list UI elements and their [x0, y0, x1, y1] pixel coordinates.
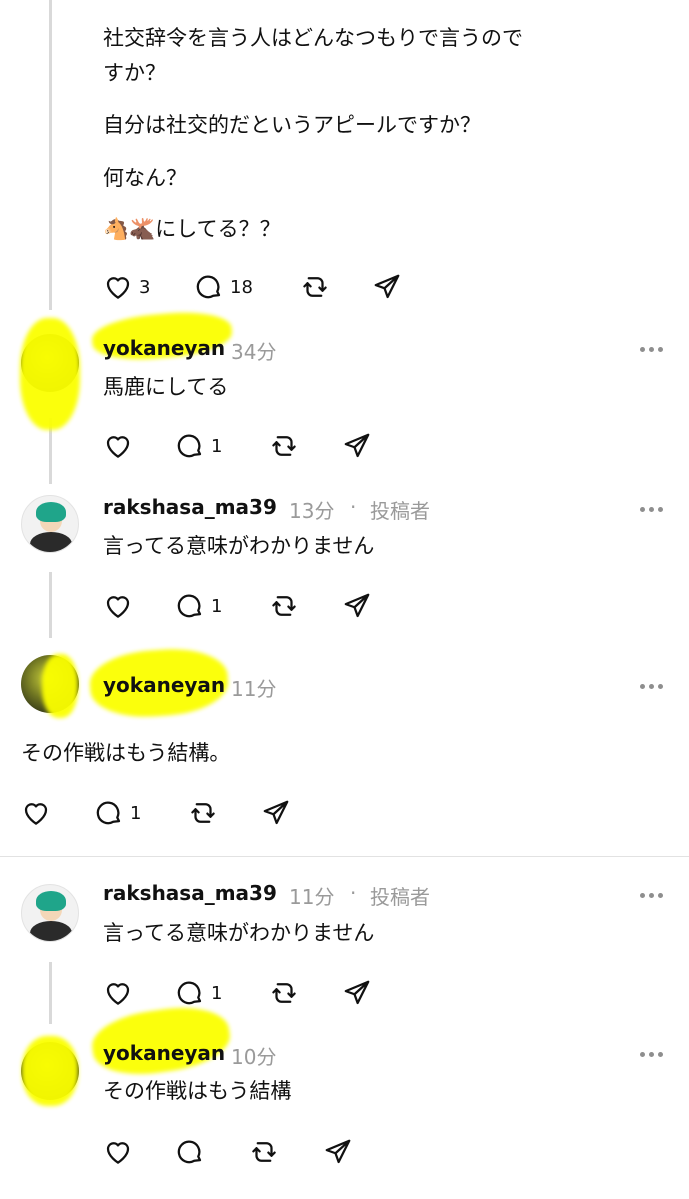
more-icon[interactable]: [640, 891, 664, 899]
timestamp: 11分: [231, 677, 277, 701]
comment-text: 馬鹿にしてる: [103, 375, 229, 399]
thread-line: [49, 572, 52, 638]
more-icon[interactable]: [640, 505, 664, 513]
repost-button[interactable]: [268, 978, 300, 1008]
heart-icon: [106, 277, 130, 299]
reply-button[interactable]: 1: [175, 591, 222, 621]
like-count: 3: [139, 276, 151, 298]
thread-line: [49, 0, 52, 310]
share-button[interactable]: [372, 272, 402, 302]
like-button[interactable]: [103, 431, 133, 461]
timestamp: 10分: [231, 1045, 277, 1069]
reply-count: 1: [130, 802, 142, 824]
share-icon: [263, 800, 289, 825]
post-text-line: 自分は社交的だというアピールですか？: [103, 113, 481, 137]
username[interactable]: rakshasa_ma39: [103, 495, 277, 519]
timestamp: 13分: [289, 499, 335, 523]
repost-button[interactable]: [248, 1137, 280, 1167]
repost-icon: [272, 436, 296, 456]
heart-icon: [106, 983, 130, 1005]
reply-button[interactable]: 1: [94, 798, 141, 828]
heart-icon: [106, 436, 130, 458]
share-button[interactable]: [261, 798, 291, 828]
comment-text: 言ってる意味がわかりません: [103, 921, 375, 945]
repost-button[interactable]: [299, 272, 331, 302]
comment-text: その作戦はもう結構: [103, 1079, 292, 1103]
reply-button[interactable]: 1: [175, 978, 222, 1008]
post-text-line: 社交辞令を言う人はどんなつもりで言うので: [103, 26, 523, 50]
timestamp: 11分: [289, 885, 335, 909]
more-icon[interactable]: [640, 682, 664, 690]
reply-count: 1: [211, 435, 223, 457]
username[interactable]: yokaneyan: [103, 673, 225, 697]
username[interactable]: yokaneyan: [103, 1041, 225, 1065]
reply-button[interactable]: [175, 1137, 205, 1167]
repost-button[interactable]: [187, 798, 219, 828]
like-button[interactable]: [21, 798, 51, 828]
highlight-mark: [20, 318, 80, 430]
heart-icon: [106, 1142, 130, 1164]
like-button[interactable]: 3: [103, 272, 150, 302]
comment-text: その作戦はもう結構。: [21, 741, 231, 765]
like-button[interactable]: [103, 591, 133, 621]
highlight-mark: [42, 654, 78, 718]
timestamp: 34分: [231, 340, 277, 364]
comment-text: 言ってる意味がわかりません: [103, 534, 375, 558]
comment-icon: [177, 434, 202, 458]
share-icon: [325, 1139, 351, 1164]
more-icon[interactable]: [640, 1050, 664, 1058]
highlight-mark: [22, 1036, 78, 1106]
share-button[interactable]: [342, 431, 372, 461]
reply-button[interactable]: 1: [175, 431, 222, 461]
username[interactable]: yokaneyan: [103, 336, 225, 360]
comment-icon: [196, 275, 221, 299]
repost-icon: [252, 1142, 276, 1162]
share-icon: [374, 274, 400, 299]
post-text-line: 🐴🫎にしてる？？: [103, 217, 281, 241]
repost-button[interactable]: [268, 431, 300, 461]
meta-separator: ·: [350, 881, 357, 905]
reply-count: 18: [230, 276, 253, 298]
share-icon: [344, 593, 370, 618]
post-text-line: 何なん？: [103, 166, 187, 190]
post-text-line: すか？: [103, 61, 166, 85]
like-button[interactable]: [103, 978, 133, 1008]
thread-line: [49, 962, 52, 1024]
comment-icon: [177, 594, 202, 618]
like-button[interactable]: [103, 1137, 133, 1167]
share-button[interactable]: [342, 978, 372, 1008]
repost-icon: [303, 277, 327, 297]
reply-count: 1: [211, 595, 223, 617]
comment-icon: [177, 981, 202, 1005]
more-icon[interactable]: [640, 345, 664, 353]
author-badge: 投稿者: [370, 885, 430, 909]
avatar[interactable]: [21, 884, 79, 942]
heart-icon: [106, 596, 130, 618]
heart-icon: [24, 803, 48, 825]
share-icon: [344, 433, 370, 458]
comment-icon: [177, 1140, 202, 1164]
divider: [0, 856, 689, 857]
share-button[interactable]: [323, 1137, 353, 1167]
share-icon: [344, 980, 370, 1005]
avatar[interactable]: [21, 495, 79, 553]
meta-separator: ·: [350, 495, 357, 519]
repost-icon: [272, 983, 296, 1003]
share-button[interactable]: [342, 591, 372, 621]
repost-icon: [191, 803, 215, 823]
reply-button[interactable]: 18: [194, 272, 253, 302]
author-badge: 投稿者: [370, 499, 430, 523]
username[interactable]: rakshasa_ma39: [103, 881, 277, 905]
repost-button[interactable]: [268, 591, 300, 621]
repost-icon: [272, 596, 296, 616]
comment-icon: [96, 801, 121, 825]
reply-count: 1: [211, 982, 223, 1004]
